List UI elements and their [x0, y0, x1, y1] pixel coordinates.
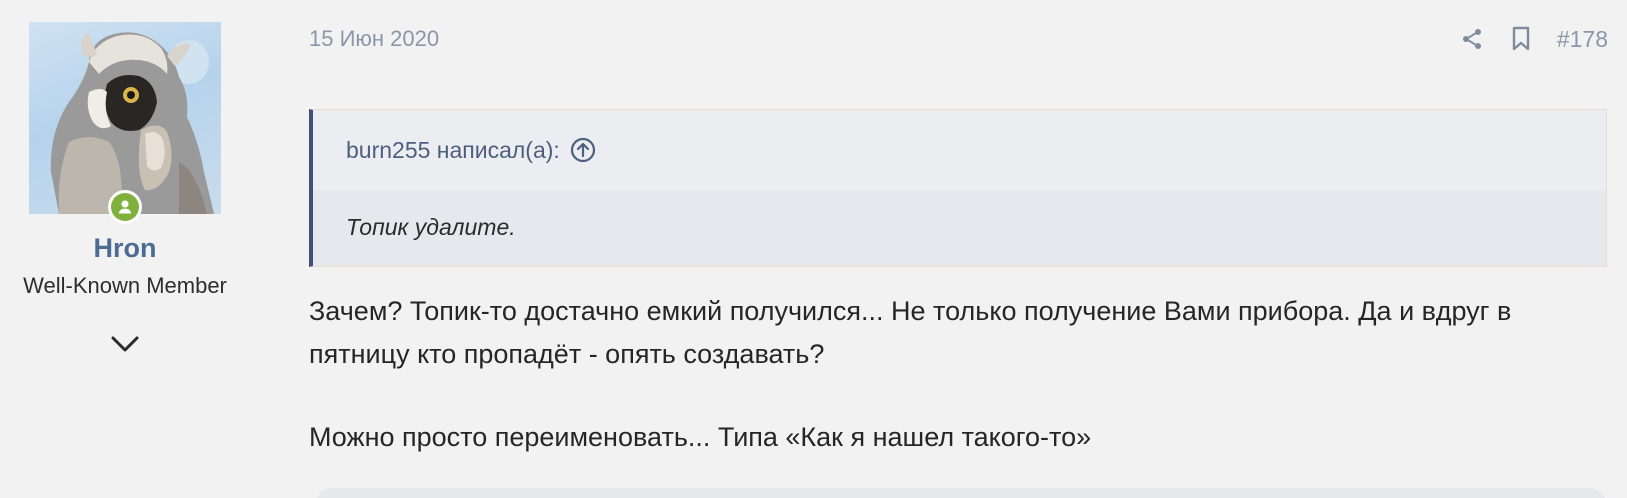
- user-title: Well-Known Member: [23, 273, 227, 298]
- quote-text: Топик удалите.: [346, 213, 516, 240]
- quote-block: burn255 написал(а): Топик удалите.: [309, 109, 1607, 267]
- quote-content: Топик удалите.: [313, 190, 1606, 264]
- post-actions: #178: [1456, 22, 1608, 56]
- quote-header: burn255 написал(а):: [313, 110, 1606, 190]
- bookmark-icon: [1512, 26, 1530, 51]
- forum-post: Hron Well-Known Member 15 Июн 2020 #178: [0, 0, 1627, 498]
- bookmark-button[interactable]: [1505, 23, 1537, 55]
- user-avatar[interactable]: [29, 22, 221, 214]
- post-number-link[interactable]: #178: [1557, 26, 1608, 53]
- message-paragraph: Зачем? Топик-то достачно емкий получился…: [309, 296, 1512, 369]
- message-paragraph: Можно просто переименовать... Типа «Как …: [309, 422, 1092, 452]
- post-footer-block: [316, 488, 1606, 498]
- share-icon: [1462, 29, 1481, 49]
- chevron-down-icon: [111, 336, 139, 352]
- post-message: Зачем? Топик-то достачно емкий получился…: [309, 290, 1609, 459]
- quote-author-link[interactable]: burn255 написал(а):: [346, 137, 560, 164]
- user-extras-toggle[interactable]: [108, 330, 142, 358]
- username-link[interactable]: Hron: [0, 233, 250, 264]
- lemur-avatar-image: [50, 32, 214, 214]
- post-date-link[interactable]: 15 Июн 2020: [309, 26, 439, 52]
- post-user-info: Hron Well-Known Member: [0, 0, 250, 498]
- share-button[interactable]: [1456, 23, 1488, 55]
- jump-to-quote-button[interactable]: [570, 137, 596, 163]
- online-status-badge: [108, 190, 142, 224]
- arrow-up-circle-icon: [570, 137, 595, 163]
- user-icon: [111, 193, 139, 221]
